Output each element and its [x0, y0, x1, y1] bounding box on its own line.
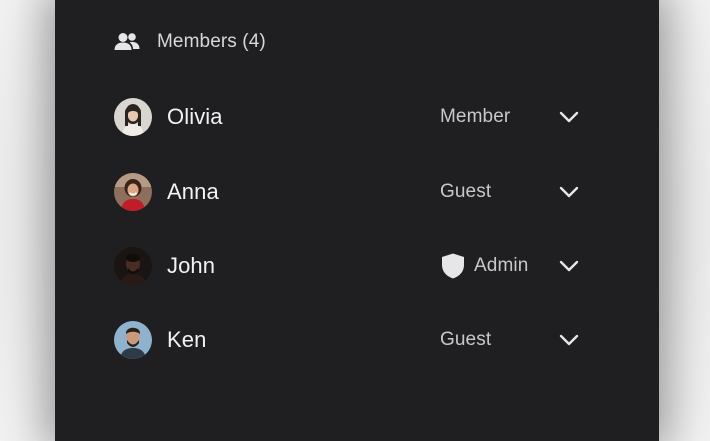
chevron-down-icon[interactable] [557, 328, 581, 352]
members-title: Members (4) [157, 31, 266, 52]
chevron-down-icon[interactable] [557, 254, 581, 278]
members-header: Members (4) [114, 28, 266, 56]
avatar-olivia [114, 98, 152, 136]
member-role: Member [440, 106, 511, 127]
role-selector[interactable]: Guest [440, 173, 491, 211]
member-name: Anna [167, 179, 219, 204]
role-selector[interactable]: Admin [440, 247, 528, 285]
member-row-ken[interactable]: Ken Guest [114, 321, 584, 359]
members-panel: Members (4) Olivia Member Anna Guest Joh… [55, 0, 659, 441]
shield-icon [442, 253, 464, 279]
member-name: John [167, 253, 216, 278]
page-backdrop: Members (4) Olivia Member Anna Guest Joh… [0, 0, 710, 441]
member-role: Guest [440, 181, 492, 202]
member-name: Olivia [167, 104, 223, 129]
avatar-ken [114, 321, 152, 359]
people-icon [114, 33, 140, 50]
chevron-down-icon[interactable] [557, 180, 581, 204]
avatar-anna [114, 173, 152, 211]
role-selector[interactable]: Guest [440, 321, 491, 359]
member-role: Admin [474, 255, 529, 276]
member-role: Guest [440, 329, 492, 350]
member-name: Ken [167, 327, 207, 352]
member-row-olivia[interactable]: Olivia Member [114, 98, 584, 136]
chevron-down-icon[interactable] [557, 105, 581, 129]
member-row-anna[interactable]: Anna Guest [114, 173, 584, 211]
avatar-john [114, 247, 152, 285]
role-selector[interactable]: Member [440, 98, 510, 136]
member-row-john[interactable]: John Admin [114, 247, 584, 285]
